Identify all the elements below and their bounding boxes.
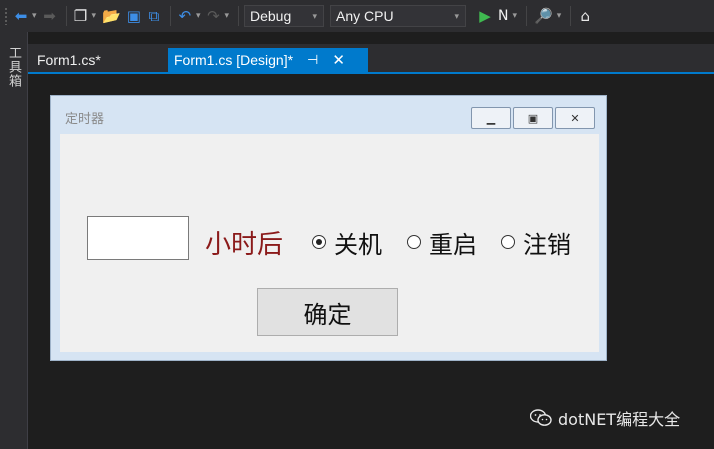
chevron-down-icon: ▾ xyxy=(454,10,459,21)
undo-icon[interactable]: ↶ xyxy=(176,5,194,27)
save-all-icon[interactable]: ⧉ xyxy=(145,5,163,27)
ok-button-label: 确定 xyxy=(303,300,352,329)
toolbar-separator xyxy=(169,6,171,26)
toolbox-strip: 工具箱 xyxy=(0,32,28,449)
radio-restart-label: 重启 xyxy=(429,230,477,259)
tab-form1-design[interactable]: Form1.cs [Design]* ⊣ ✕ xyxy=(168,48,368,72)
ok-button[interactable]: 确定 xyxy=(257,288,398,336)
start-button-label[interactable]: N xyxy=(498,8,508,24)
solution-platform-value: Any CPU xyxy=(336,8,394,24)
watermark: dotNET编程大全 xyxy=(530,404,680,432)
chevron-down-icon: ▾ xyxy=(312,10,317,21)
maximize-icon: ▣ xyxy=(527,111,539,125)
back-dropdown-icon[interactable]: ▾ xyxy=(32,11,37,21)
new-project-dropdown-icon[interactable]: ▾ xyxy=(92,11,97,21)
hours-input[interactable] xyxy=(87,216,189,260)
form-client-area[interactable]: 小时后 关机 重启 注销 确定 xyxy=(60,134,599,352)
toolbar-separator xyxy=(526,6,528,26)
save-icon[interactable]: ▣ xyxy=(125,5,143,27)
radio-logoff-label: 注销 xyxy=(523,230,571,259)
wechat-icon xyxy=(530,409,552,426)
back-icon[interactable]: ⬅ xyxy=(12,5,30,27)
form-window[interactable]: 定时器 ▁ ▣ ✕ 小时后 关机 重启 注销 确定 xyxy=(50,95,607,361)
home-icon[interactable]: ⌂ xyxy=(576,5,594,27)
toolbar-separator xyxy=(238,6,239,26)
solution-platform-combo[interactable]: Any CPU ▾ xyxy=(330,5,466,27)
forward-icon[interactable]: ➡ xyxy=(41,5,59,27)
close-button[interactable]: ✕ xyxy=(555,107,595,129)
radio-unchecked-icon xyxy=(501,235,515,249)
find-dropdown-icon[interactable]: ▾ xyxy=(557,11,562,21)
tab-form1-code[interactable]: Form1.cs* xyxy=(37,48,101,72)
radio-unchecked-icon xyxy=(407,235,421,249)
close-icon[interactable]: ✕ xyxy=(332,51,345,69)
open-folder-icon[interactable]: 📂 xyxy=(100,5,123,27)
toolbar-grip[interactable] xyxy=(4,7,8,25)
pin-icon[interactable]: ⊣ xyxy=(307,52,318,68)
tab-label: Form1.cs [Design]* xyxy=(174,52,294,68)
radio-shutdown-label: 关机 xyxy=(334,230,382,259)
radio-shutdown[interactable]: 关机 xyxy=(312,230,382,259)
find-in-files-icon[interactable]: 🔎 xyxy=(532,5,555,27)
close-icon: ✕ xyxy=(570,111,580,125)
redo-icon[interactable]: ↷ xyxy=(204,5,222,27)
new-project-icon[interactable]: ❐ xyxy=(72,5,90,27)
document-tab-bar: Form1.cs* Form1.cs [Design]* ⊣ ✕ xyxy=(28,44,714,74)
start-dropdown-icon[interactable]: ▾ xyxy=(512,11,517,21)
hours-later-label: 小时后 xyxy=(205,230,284,260)
radio-logoff[interactable]: 注销 xyxy=(501,230,571,259)
minimize-icon: ▁ xyxy=(486,111,496,125)
toolbar-separator xyxy=(65,6,67,26)
undo-dropdown-icon[interactable]: ▾ xyxy=(196,11,201,21)
tab-label: Form1.cs* xyxy=(37,52,101,68)
solution-configuration-combo[interactable]: Debug ▾ xyxy=(244,5,324,27)
maximize-button[interactable]: ▣ xyxy=(513,107,553,129)
minimize-button[interactable]: ▁ xyxy=(471,107,511,129)
form-title: 定时器 xyxy=(65,112,105,127)
main-toolbar: ⬅ ▾ ➡ ❐ ▾ 📂 ▣ ⧉ ↶ ▾ ↷ ▾ Debug ▾ Any CPU … xyxy=(0,0,714,32)
radio-restart[interactable]: 重启 xyxy=(407,230,477,259)
play-icon[interactable]: ▶ xyxy=(476,5,494,27)
redo-dropdown-icon[interactable]: ▾ xyxy=(224,11,229,21)
solution-configuration-value: Debug xyxy=(250,8,292,24)
radio-checked-icon xyxy=(312,235,326,249)
toolbox-tab[interactable]: 工具箱 xyxy=(4,46,23,88)
toolbar-separator xyxy=(570,6,572,26)
watermark-text: dotNET编程大全 xyxy=(558,410,681,429)
